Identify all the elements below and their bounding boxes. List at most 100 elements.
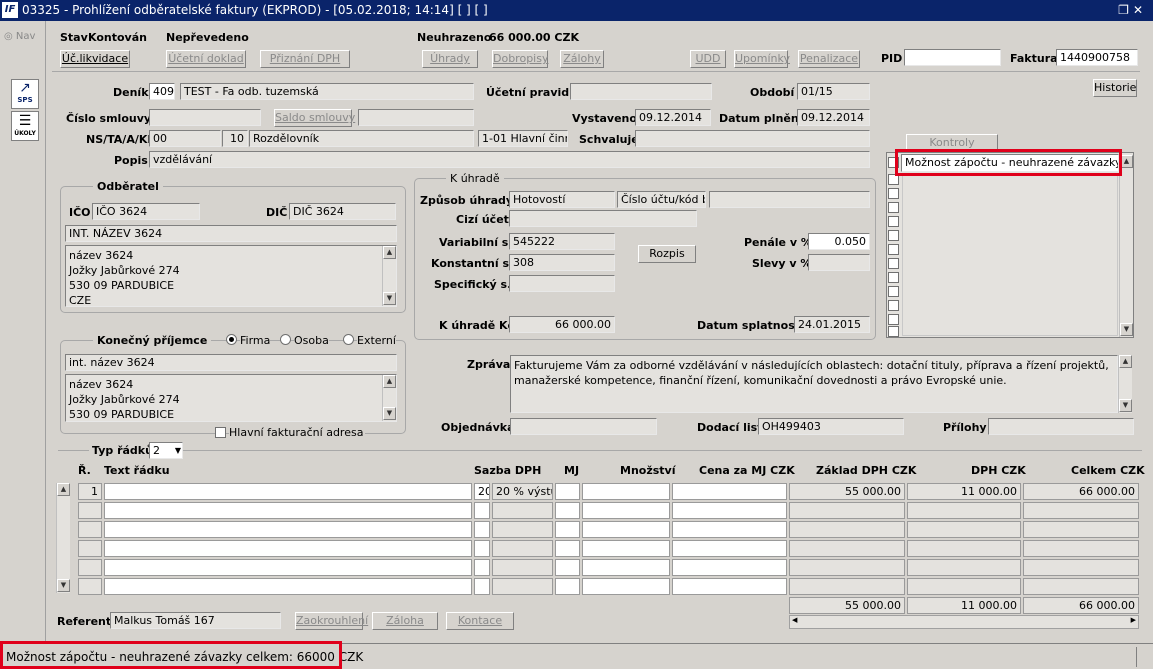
grid-cell-mj[interactable]: [555, 559, 580, 576]
prijemce-int-nazev-field[interactable]: int. název 3624: [65, 354, 397, 371]
grid-cell-text[interactable]: [104, 578, 472, 595]
grid-cell-r[interactable]: [78, 578, 102, 595]
grid-cell-zaklad[interactable]: [789, 521, 905, 538]
upominky-button[interactable]: Upomínky: [734, 50, 790, 68]
prijemce-scrollbar[interactable]: ▲ ▼: [382, 375, 396, 421]
udd-button[interactable]: UDD: [690, 50, 726, 68]
grid-cell-zaklad[interactable]: [789, 502, 905, 519]
ucetni-doklad-button[interactable]: Účetní doklad: [166, 50, 246, 68]
k-uhrade-field[interactable]: 66 000.00: [509, 316, 615, 333]
sps-button[interactable]: ↗ SPS: [11, 79, 39, 109]
grid-cell-r[interactable]: [78, 521, 102, 538]
grid-cell-r[interactable]: [78, 540, 102, 557]
grid-cell-cena[interactable]: [672, 483, 787, 500]
uhrady-button[interactable]: Úhrady: [422, 50, 478, 68]
ucet-field[interactable]: [709, 191, 870, 208]
scroll-up-icon[interactable]: ▲: [383, 246, 396, 259]
grid-cell-dph[interactable]: [907, 578, 1021, 595]
grid-cell-celkem[interactable]: [1023, 521, 1139, 538]
grid-cell-cena[interactable]: [672, 578, 787, 595]
grid-cell-dph[interactable]: [907, 540, 1021, 557]
grid-cell-celkem[interactable]: [1023, 540, 1139, 557]
prilohy-field[interactable]: [988, 418, 1134, 435]
grid-cell-cena[interactable]: [672, 540, 787, 557]
grid-cell-r[interactable]: 1: [78, 483, 102, 500]
penalizace-button[interactable]: Penalizace: [798, 50, 860, 68]
typ-radku-select[interactable]: 2 ▼: [149, 442, 183, 459]
grid-cell-text[interactable]: [104, 540, 472, 557]
kontroly-scrollbar[interactable]: ▲ ▼: [1119, 155, 1133, 337]
grid-cell-mnozstvi[interactable]: [582, 540, 670, 557]
scroll-up-icon[interactable]: ▲: [383, 375, 396, 388]
denik-code-field[interactable]: 409: [149, 83, 175, 100]
grid-cell-sazba[interactable]: [492, 502, 553, 519]
grid-cell-sazba[interactable]: [492, 559, 553, 576]
objednavka-field[interactable]: [510, 418, 657, 435]
grid-hscrollbar[interactable]: ◀ ▶: [789, 615, 1139, 629]
grid-cell-mnozstvi[interactable]: [582, 502, 670, 519]
grid-cell-dph[interactable]: [907, 521, 1021, 538]
grid-cell-zaklad[interactable]: [789, 578, 905, 595]
grid-cell-celkem[interactable]: [1023, 559, 1139, 576]
grid-cell-mj[interactable]: [555, 578, 580, 595]
kontroly-checkbox[interactable]: [888, 314, 899, 325]
radio-firma[interactable]: [226, 334, 237, 345]
rozpis-button[interactable]: Rozpis: [638, 245, 696, 263]
scroll-left-icon[interactable]: ◀: [792, 616, 797, 624]
zpusob-field[interactable]: Hotovostí: [509, 191, 615, 208]
grid-cell-mj[interactable]: [555, 483, 580, 500]
cislo-uctu-field[interactable]: Číslo účtu/kód banky: [617, 191, 706, 208]
grid-cell-dph[interactable]: [907, 502, 1021, 519]
grid-cell-sazba[interactable]: 20 % výstup: [492, 483, 553, 500]
vystaveno-field[interactable]: 09.12.2014: [635, 109, 711, 126]
scroll-down-icon[interactable]: ▼: [383, 407, 396, 420]
restore-icon[interactable]: ❐: [1118, 3, 1133, 17]
schvaluje-field[interactable]: [635, 130, 870, 147]
kontroly-checkbox[interactable]: [888, 244, 899, 255]
popis-field[interactable]: vzdělávání: [149, 151, 870, 168]
grid-cell-zaklad[interactable]: [789, 540, 905, 557]
grid-cell-cena[interactable]: [672, 559, 787, 576]
zaloha-button[interactable]: Záloha: [372, 612, 438, 630]
grid-cell-mnozstvi[interactable]: [582, 578, 670, 595]
splatnost-field[interactable]: 24.01.2015: [794, 316, 870, 333]
close-icon[interactable]: ✕: [1133, 3, 1147, 17]
grid-cell-r[interactable]: [78, 559, 102, 576]
kontroly-checkbox[interactable]: [888, 216, 899, 227]
ukoly-button[interactable]: ☰ ÚKOLY: [11, 111, 39, 141]
odberatel-scrollbar[interactable]: ▲ ▼: [382, 246, 396, 306]
grid-cell-celkem[interactable]: [1023, 502, 1139, 519]
grid-cell-text[interactable]: [104, 502, 472, 519]
scroll-down-icon[interactable]: ▼: [1120, 323, 1133, 336]
grid-scrollbar[interactable]: ▲ ▼: [56, 483, 70, 593]
zprava-area[interactable]: Fakturujeme Vám za odborné vzdělávání v …: [510, 355, 1118, 413]
obdobi-field[interactable]: 01/15: [797, 83, 870, 100]
grid-cell-sazba_code[interactable]: [474, 559, 490, 576]
priznani-dph-button[interactable]: Přiznání DPH: [260, 50, 350, 68]
zprava-scrollbar[interactable]: ▲ ▼: [1118, 355, 1132, 413]
grid-cell-mnozstvi[interactable]: [582, 483, 670, 500]
penale-field[interactable]: 0.050: [808, 233, 870, 250]
grid-cell-dph[interactable]: 11 000.00: [907, 483, 1021, 500]
grid-cell-sazba[interactable]: [492, 521, 553, 538]
grid-cell-mj[interactable]: [555, 521, 580, 538]
grid-cell-zaklad[interactable]: 55 000.00: [789, 483, 905, 500]
scroll-up-icon[interactable]: ▲: [1119, 355, 1132, 368]
saldo-smlouvy-button[interactable]: Saldo smlouvy: [274, 109, 355, 127]
saldo-field[interactable]: [358, 109, 474, 126]
ta-name-field[interactable]: Rozdělovník: [249, 130, 474, 147]
odberatel-address-area[interactable]: název 3624 Jožky Jabůrkové 274 530 09 PA…: [65, 245, 397, 307]
grid-cell-sazba_code[interactable]: 20: [474, 483, 490, 500]
ucetni-pravidlo-field[interactable]: [570, 83, 712, 100]
scroll-right-icon[interactable]: ▶: [1131, 616, 1136, 624]
ico-field[interactable]: IČO 3624: [92, 203, 200, 220]
grid-cell-sazba[interactable]: [492, 540, 553, 557]
grid-cell-sazba_code[interactable]: [474, 502, 490, 519]
grid-cell-cena[interactable]: [672, 502, 787, 519]
faktura-field[interactable]: 1440900758: [1056, 49, 1138, 66]
dodaci-field[interactable]: OH499403: [758, 418, 904, 435]
variabilni-field[interactable]: 545222: [509, 233, 615, 250]
grid-cell-sazba_code[interactable]: [474, 521, 490, 538]
kontroly-checkbox[interactable]: [888, 272, 899, 283]
grid-cell-text[interactable]: [104, 521, 472, 538]
